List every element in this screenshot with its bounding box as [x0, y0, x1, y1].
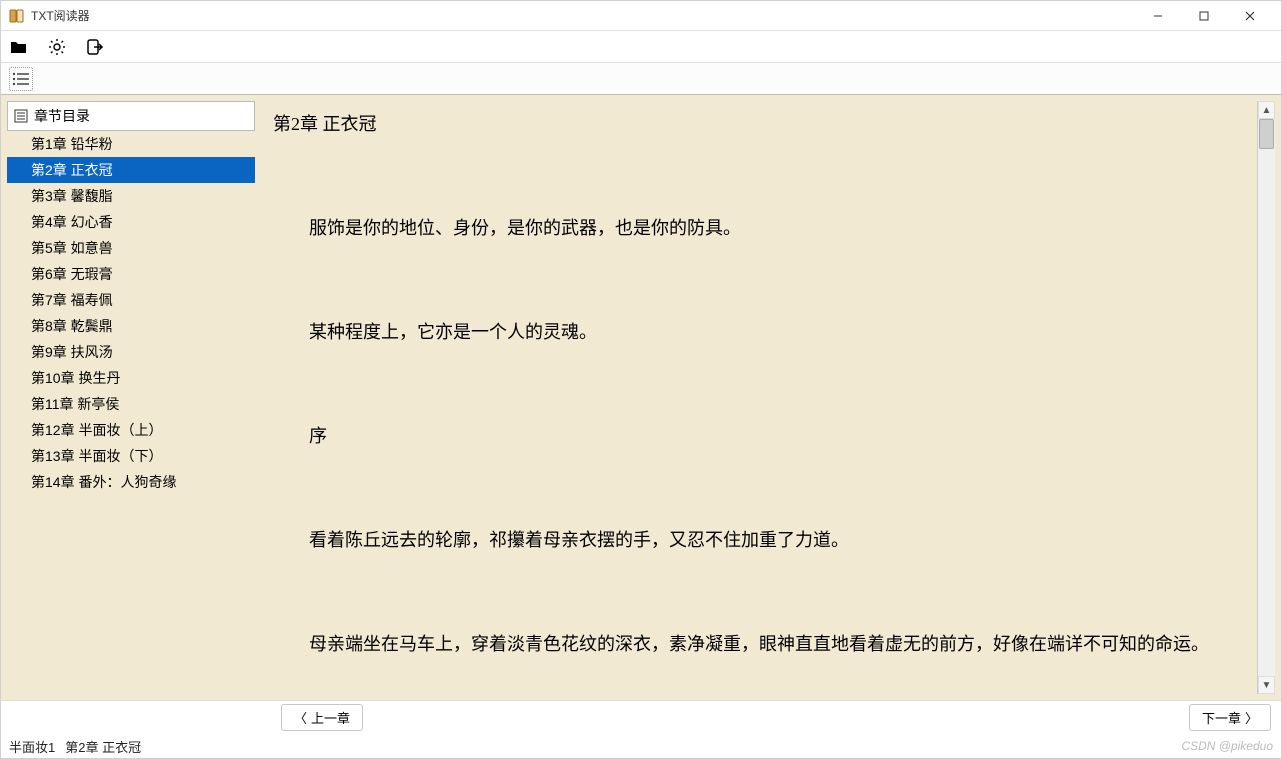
- toc-item[interactable]: 第14章 番外：人狗奇缘: [7, 469, 255, 495]
- prev-label: 上一章: [311, 708, 350, 727]
- toc-item[interactable]: 第8章 乾鬓鼎: [7, 313, 255, 339]
- secondary-toolbar: [1, 63, 1281, 95]
- next-label: 下一章: [1202, 708, 1241, 727]
- toc-item[interactable]: 第13章 半面妆（下）: [7, 443, 255, 469]
- chevron-right-icon: 〉: [1245, 708, 1258, 727]
- status-chapter: 第2章 正衣冠: [65, 737, 141, 756]
- scroll-thumb[interactable]: [1259, 119, 1274, 149]
- window-title: TXT阅读器: [31, 7, 90, 24]
- toc-item[interactable]: 第10章 换生丹: [7, 365, 255, 391]
- toc-item[interactable]: 第3章 馨馥脂: [7, 183, 255, 209]
- toc-header: 章节目录: [7, 101, 255, 131]
- list-icon: [14, 109, 28, 123]
- main-area: 章节目录 第1章 铅华粉第2章 正衣冠第3章 馨馥脂第4章 幻心香第5章 如意兽…: [1, 95, 1281, 700]
- reader-panel: 第2章 正衣冠 服饰是你的地位、身份，是你的武器，也是你的防具。 某种程度上，它…: [261, 101, 1275, 694]
- statusbar: 半面妆1 第2章 正衣冠 CSDN @pikeduo: [1, 734, 1281, 758]
- paragraph: 序: [273, 423, 1237, 449]
- app-icon: [9, 8, 25, 24]
- paragraph: 看着陈丘远去的轮廓，祁攥着母亲衣摆的手，又忍不住加重了力道。: [273, 527, 1237, 553]
- reader-content: 第2章 正衣冠 服饰是你的地位、身份，是你的武器，也是你的防具。 某种程度上，它…: [261, 101, 1257, 694]
- toc-item[interactable]: 第7章 福寿佩: [7, 287, 255, 313]
- toc-item[interactable]: 第9章 扶风汤: [7, 339, 255, 365]
- prev-chapter-button[interactable]: 〈 上一章: [281, 704, 363, 731]
- scroll-down-icon[interactable]: ▼: [1258, 676, 1275, 694]
- settings-button[interactable]: [47, 37, 67, 57]
- paragraph: 母亲端坐在马车上，穿着淡青色花纹的深衣，素净凝重，眼神直直地看着虚无的前方，好像…: [273, 631, 1237, 657]
- toc-item[interactable]: 第1章 铅华粉: [7, 131, 255, 157]
- toc-sidebar: 章节目录 第1章 铅华粉第2章 正衣冠第3章 馨馥脂第4章 幻心香第5章 如意兽…: [7, 101, 255, 694]
- close-button[interactable]: [1227, 1, 1273, 31]
- watermark: CSDN @pikeduo: [1181, 739, 1273, 753]
- toc-title: 章节目录: [34, 106, 90, 126]
- toc-item[interactable]: 第12章 半面妆（上）: [7, 417, 255, 443]
- chevron-left-icon: 〈: [294, 708, 307, 727]
- toggle-toc-button[interactable]: [9, 67, 33, 91]
- scroll-up-icon[interactable]: ▲: [1258, 101, 1275, 119]
- toc-list[interactable]: 第1章 铅华粉第2章 正衣冠第3章 馨馥脂第4章 幻心香第5章 如意兽第6章 无…: [7, 131, 255, 694]
- toc-item[interactable]: 第4章 幻心香: [7, 209, 255, 235]
- titlebar: TXT阅读器: [1, 1, 1281, 31]
- minimize-button[interactable]: [1135, 1, 1181, 31]
- toc-item[interactable]: 第2章 正衣冠: [7, 157, 255, 183]
- toc-item[interactable]: 第6章 无瑕膏: [7, 261, 255, 287]
- chapter-title: 第2章 正衣冠: [273, 111, 1237, 137]
- exit-button[interactable]: [85, 37, 105, 57]
- paragraph: 服饰是你的地位、身份，是你的武器，也是你的防具。: [273, 215, 1237, 241]
- chapter-nav: 〈 上一章 下一章 〉: [1, 700, 1281, 734]
- toc-item[interactable]: 第11章 新亭侯: [7, 391, 255, 417]
- next-chapter-button[interactable]: 下一章 〉: [1189, 704, 1271, 731]
- status-book: 半面妆1: [9, 737, 55, 756]
- open-file-button[interactable]: [9, 37, 29, 57]
- toolbar: [1, 31, 1281, 63]
- scroll-track[interactable]: [1258, 119, 1275, 676]
- paragraph: 某种程度上，它亦是一个人的灵魂。: [273, 319, 1237, 345]
- toc-item[interactable]: 第5章 如意兽: [7, 235, 255, 261]
- vertical-scrollbar[interactable]: ▲ ▼: [1257, 101, 1275, 694]
- maximize-button[interactable]: [1181, 1, 1227, 31]
